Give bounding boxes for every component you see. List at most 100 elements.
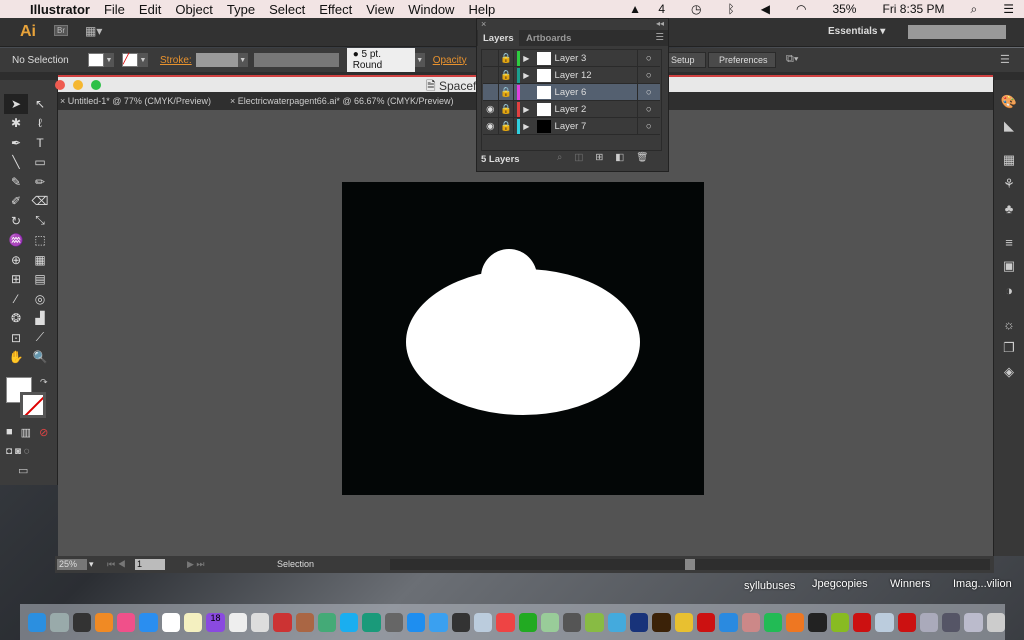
brush-dropdown[interactable]: ▼ [414,53,425,67]
brushes-icon[interactable]: ⚘ [994,172,1024,196]
gradient-icon[interactable]: ▣ [994,254,1024,278]
delete-layer-icon[interactable]: 🗑 [636,152,648,163]
transparency-icon[interactable]: ◑ [994,278,1024,302]
none-mode-icon[interactable]: ⊘ [39,426,48,439]
lasso-tool-icon[interactable]: ℓ [28,114,52,134]
symbols-icon[interactable]: ♣ [994,196,1024,220]
eraser-tool-icon[interactable]: ⌫ [28,192,52,212]
blend-tool-icon[interactable]: ◎ [28,289,52,309]
menu-type[interactable]: Type [227,2,255,17]
zoom-dropdown[interactable]: ▾ [89,559,94,570]
clipping-mask-icon[interactable]: ◫ [574,152,583,163]
close-panel-icon[interactable]: × [481,19,486,29]
target-circle-icon[interactable]: ○ [636,49,660,67]
expand-arrow-icon[interactable]: ▶ [523,122,537,131]
target-circle-icon[interactable]: ○ [636,66,660,84]
paintbrush-tool-icon[interactable]: ✎ [4,172,28,192]
target-circle-icon[interactable]: ○ [636,100,660,118]
layers-icon[interactable]: ◈ [994,360,1024,384]
artboard[interactable] [342,182,704,495]
dock-app-icon[interactable] [250,612,270,632]
arrange-icon[interactable]: ⧉▾ [786,53,798,66]
white-shape[interactable] [342,182,704,495]
slice-tool-icon[interactable]: ⟋ [28,328,52,348]
dock-app-icon[interactable] [719,612,738,632]
dock-app-icon[interactable] [451,612,470,632]
dock-app-icon[interactable] [72,612,91,632]
dock-app-icon[interactable] [652,612,671,632]
target-circle-icon[interactable]: ○ [636,83,660,101]
artboard-next-icons[interactable]: ▶ ⏭ [187,559,205,570]
dock-app-icon[interactable] [407,612,426,632]
dock-app-icon[interactable] [429,612,448,632]
scroll-thumb[interactable] [685,559,695,570]
opacity-label[interactable]: Opacity [433,55,467,66]
stroke-weight-dropdown[interactable]: ▼ [237,53,248,67]
zoom-tool-icon[interactable]: 🔍 [28,348,52,368]
gradient-tool-icon[interactable]: ▤ [28,270,52,290]
tab-artboards[interactable]: Artboards [521,30,576,47]
desktop-folder[interactable]: Imag...vilion [953,578,1012,590]
swap-icon[interactable]: ↷ [40,377,48,388]
collapse-panel-icon[interactable]: ◂◂ [656,19,664,28]
visibility-toggle[interactable] [483,66,499,84]
dock-app-icon[interactable] [897,612,916,632]
desktop-folder[interactable]: Jpegcopies [812,578,868,590]
dock-app-icon[interactable] [518,612,537,632]
rectangle-tool-icon[interactable]: ▭ [28,153,52,173]
target-circle-icon[interactable]: ○ [636,117,660,135]
scale-tool-icon[interactable]: ⤡ [28,211,52,231]
layer-name[interactable]: Layer 7 [555,121,637,132]
blob-brush-tool-icon[interactable]: ✐ [4,192,28,212]
layer-row[interactable]: ◉ 🔒 ▶ Layer 2 ○ [483,100,660,118]
stroke-icon[interactable]: ≡ [994,230,1024,254]
dock-app-icon[interactable] [964,612,983,632]
preferences-button[interactable]: Preferences [708,52,776,68]
dock-app-icon[interactable] [875,612,894,632]
layer-row[interactable]: 🔒 Layer 6 ○ [483,83,660,101]
dock-app-icon[interactable] [384,612,404,632]
visibility-toggle[interactable] [483,49,499,67]
pen-tool-icon[interactable]: ✒ [4,133,28,153]
panel-menu-icon[interactable]: ☰ [655,32,664,43]
color-icon[interactable]: 🎨 [994,90,1024,114]
dock-app-icon[interactable] [607,612,627,632]
type-tool-icon[interactable]: T [28,133,52,153]
stroke-label[interactable]: Stroke: [160,55,192,66]
stroke-color-box[interactable] [20,392,46,418]
adobe-icon[interactable]: ▲ 4 [629,2,665,16]
layer-name[interactable]: Layer 2 [555,104,637,115]
fill-dropdown[interactable]: ▼ [104,53,114,67]
perspective-grid-tool-icon[interactable]: ▦ [28,250,52,270]
eye-icon[interactable]: ◉ [483,117,499,135]
stroke-dropdown[interactable]: ▼ [138,53,148,67]
zoom-window-button[interactable] [91,80,101,90]
dock-app-icon[interactable] [273,612,292,632]
desktop-folder[interactable]: syllubuses [744,580,795,592]
menu-help[interactable]: Help [468,2,495,17]
close-window-button[interactable] [55,80,65,90]
menu-edit[interactable]: Edit [139,2,161,17]
drawing-modes-icon[interactable]: ◘ ◙ ◌ [6,446,30,457]
new-layer-icon[interactable]: ◧ [615,152,624,163]
dock-app-icon[interactable] [94,612,114,632]
appearance-icon[interactable]: ☼ [994,312,1024,336]
layer-name[interactable]: Layer 12 [555,70,637,81]
lock-icon[interactable]: 🔒 [499,49,515,67]
dock-app-icon[interactable] [317,612,337,632]
menu-app[interactable]: Illustrator [30,2,90,17]
lock-icon[interactable]: 🔒 [499,66,515,84]
color-mode-icon[interactable]: ■ [6,426,13,439]
layer-name[interactable]: Layer 6 [555,87,637,98]
gradient-mode-icon[interactable]: ▥ [21,426,31,439]
eye-icon[interactable]: ◉ [483,100,499,118]
column-graph-tool-icon[interactable]: ▟ [28,309,52,329]
menu-effect[interactable]: Effect [319,2,352,17]
minimize-window-button[interactable] [73,80,83,90]
menu-object[interactable]: Object [175,2,213,17]
expand-arrow-icon[interactable]: ▶ [523,105,537,114]
dock-app-icon[interactable] [808,612,827,632]
dock-app-icon[interactable] [674,612,693,632]
spotlight-icon[interactable]: ⌕ [971,2,978,17]
expand-arrow-icon[interactable]: ▶ [523,71,537,80]
